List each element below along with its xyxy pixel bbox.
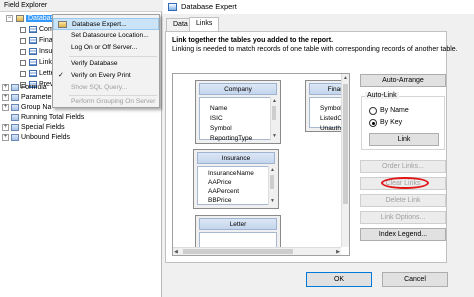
scroll-thumb[interactable] xyxy=(183,249,293,254)
table-card-company[interactable]: Company Name ISIC Symbol ReportingType ▲… xyxy=(195,80,281,144)
index-legend-button[interactable]: Index Legend... xyxy=(360,228,446,241)
scroll-left-icon[interactable]: ◀ xyxy=(174,249,178,255)
scroll-down-icon[interactable]: ▼ xyxy=(272,133,277,139)
database-icon xyxy=(16,15,24,22)
tree-item-unbound-fields[interactable]: Unbound Fields xyxy=(21,132,70,143)
link-button[interactable]: Link xyxy=(369,133,439,146)
highlight-oval xyxy=(381,177,429,189)
table-icon xyxy=(29,59,37,66)
radio-label: By Name xyxy=(380,107,409,114)
field-list-scrollbar[interactable]: ▲ ▼ xyxy=(268,166,275,205)
scroll-right-icon[interactable]: ▶ xyxy=(336,249,340,255)
running-total-icon xyxy=(11,114,19,121)
checkmark-icon: ✓ xyxy=(58,72,64,79)
scroll-thumb[interactable] xyxy=(272,106,276,120)
canvas-horizontal-scrollbar[interactable]: ◀ ▶ xyxy=(173,247,341,255)
table-card-title: Company xyxy=(199,83,277,95)
scroll-up-icon[interactable]: ▲ xyxy=(270,167,275,173)
table-field[interactable]: ReportingType xyxy=(210,134,252,143)
special-fields-icon xyxy=(11,124,19,131)
expand-icon[interactable]: + xyxy=(2,124,9,131)
auto-link-label: Auto-Link xyxy=(365,92,399,99)
table-field[interactable]: ISIC xyxy=(210,114,223,123)
menu-item-label: Database Expert... xyxy=(72,21,127,28)
cancel-button[interactable]: Cancel xyxy=(382,272,448,287)
menu-item-show-sql-query: Show SQL Query... xyxy=(71,84,128,91)
auto-arrange-button[interactable]: Auto-Arrange xyxy=(360,74,446,87)
menu-item-set-datasource-location[interactable]: Set Datasource Location... xyxy=(53,30,159,42)
table-icon xyxy=(29,70,37,77)
expand-icon[interactable] xyxy=(20,38,26,44)
database-expert-icon xyxy=(168,3,177,11)
table-field[interactable]: AAPercent xyxy=(208,187,239,196)
parameter-icon xyxy=(11,94,19,101)
table-icon xyxy=(29,37,37,44)
table-field[interactable]: Name xyxy=(210,104,227,113)
menu-item-verify-on-every-print[interactable]: ✓ Verify on Every Print xyxy=(53,70,159,82)
scroll-thumb[interactable] xyxy=(343,84,348,204)
menu-item-verify-database[interactable]: Verify Database xyxy=(53,58,159,70)
unbound-fields-icon xyxy=(11,134,19,141)
expand-icon[interactable] xyxy=(20,71,26,77)
menu-separator xyxy=(69,56,157,57)
table-card-insurance[interactable]: Insurance InsuranceName AAPrice AAPercen… xyxy=(193,149,279,209)
link-options-button: Link Options... xyxy=(360,211,446,224)
table-field-list: Name ISIC Symbol ReportingType xyxy=(199,97,277,143)
menu-item-perform-grouping-on-server: Perform Grouping On Server xyxy=(71,98,156,105)
expand-icon[interactable] xyxy=(20,49,26,55)
menu-item-database-expert[interactable]: Database Expert... xyxy=(53,18,159,30)
scroll-up-icon[interactable]: ▲ xyxy=(272,98,277,104)
radio-button-icon[interactable] xyxy=(369,107,377,115)
menu-item-label: Verify on Every Print xyxy=(71,72,131,79)
table-field[interactable]: InsuranceName xyxy=(208,169,254,178)
expand-icon[interactable]: + xyxy=(2,94,9,101)
links-heading: Link together the tables you added to th… xyxy=(172,37,334,44)
formula-icon xyxy=(11,84,19,91)
table-field[interactable]: Symbol xyxy=(210,124,232,133)
group-name-icon xyxy=(11,104,19,111)
table-field[interactable]: BBPrice xyxy=(208,196,231,205)
collapse-icon[interactable]: − xyxy=(6,15,13,22)
radio-button-selected-icon[interactable] xyxy=(369,119,377,127)
scroll-thumb[interactable] xyxy=(270,175,274,189)
link-canvas[interactable]: Company Name ISIC Symbol ReportingType ▲… xyxy=(172,73,350,256)
order-links-button: Order Links... xyxy=(360,160,446,173)
tab-links[interactable]: Links xyxy=(189,17,220,31)
expand-icon[interactable] xyxy=(20,60,26,66)
delete-link-button: Delete Link xyxy=(360,194,446,207)
canvas-vertical-scrollbar[interactable]: ▲ xyxy=(341,74,349,247)
table-icon xyxy=(29,48,37,55)
expand-icon[interactable]: + xyxy=(2,104,9,111)
dialog-title: Database Expert xyxy=(181,2,237,11)
ok-button[interactable]: OK xyxy=(306,272,372,287)
scroll-down-icon[interactable]: ▼ xyxy=(270,198,275,204)
menu-item-log-on-off-server[interactable]: Log On or Off Server... xyxy=(53,42,159,54)
table-card-title: Letter xyxy=(199,218,277,230)
table-icon xyxy=(29,26,37,33)
links-description: Linking is needed to match records of on… xyxy=(172,46,458,53)
expand-icon[interactable]: + xyxy=(2,84,9,91)
expand-icon[interactable]: + xyxy=(2,134,9,141)
field-list-scrollbar[interactable]: ▲ ▼ xyxy=(270,97,277,140)
radio-label: By Key xyxy=(380,119,403,126)
context-menu: Database Expert... Set Datasource Locati… xyxy=(52,14,160,108)
field-explorer-title: Field Explorer xyxy=(0,0,162,12)
scroll-up-icon[interactable]: ▲ xyxy=(343,75,348,81)
table-field[interactable]: AAPrice xyxy=(208,178,231,187)
expand-icon[interactable] xyxy=(20,27,26,33)
database-expert-icon xyxy=(58,21,67,28)
table-field-list: InsuranceName AAPrice AAPercent BBPrice xyxy=(197,166,275,205)
table-field[interactable]: Symbol xyxy=(320,104,342,113)
table-card-title: Insurance xyxy=(197,152,275,164)
